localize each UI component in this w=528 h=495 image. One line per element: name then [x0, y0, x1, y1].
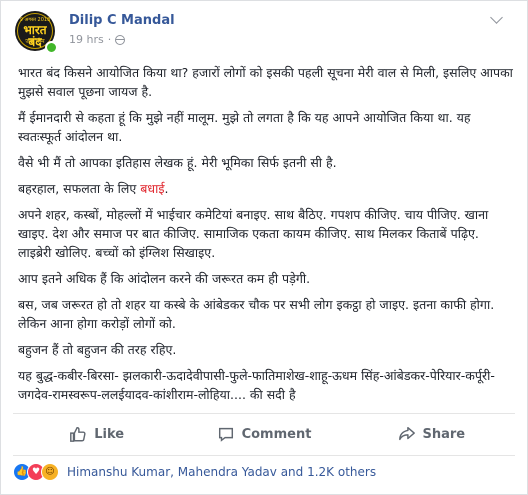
globe-icon[interactable]: [115, 34, 126, 45]
post-paragraph-congrats: बहरहाल, सफलता के लिए बधाई.: [18, 179, 514, 198]
reaction-icons: 👍 ♥ ☺: [13, 463, 59, 481]
post-paragraph: अपने शहर, कस्बों, मोहल्लों में भाईचार कम…: [18, 207, 489, 260]
congrats-suffix: .: [164, 181, 169, 196]
reactions-summary[interactable]: 👍 ♥ ☺ Himanshu Kumar, Mahendra Yadav and…: [13, 463, 376, 481]
congrats-prefix: बहरहाल, सफलता के लिए: [18, 181, 141, 196]
haha-reaction-icon: ☺: [41, 463, 59, 481]
post-paragraph: यह बुद्ध-कबीर-बिरसा- झलकारी-ऊदादेवीपासी-…: [18, 368, 495, 402]
reactions-text[interactable]: Himanshu Kumar, Mahendra Yadav and 1.2K …: [67, 465, 376, 479]
post-paragraph: आप इतने अधिक हैं कि आंदोलन करने की जरूरत…: [18, 271, 311, 286]
chevron-down-icon[interactable]: [490, 11, 503, 24]
share-arrow-icon: [398, 426, 415, 441]
comment-label: Comment: [241, 426, 312, 442]
online-status-dot: [45, 41, 58, 54]
post-paragraph: बहुजन हैं तो बहुजन की तरह रहिए.: [18, 342, 177, 357]
divider: [13, 455, 515, 456]
share-button[interactable]: Share: [348, 414, 515, 454]
action-bar: Like Comment Share: [13, 414, 515, 454]
like-label: Like: [94, 426, 125, 442]
comment-icon: [218, 427, 233, 442]
share-label: Share: [422, 426, 466, 442]
thumbs-up-icon: [70, 426, 86, 442]
comment-button[interactable]: Comment: [180, 414, 347, 454]
post-body: भारत बंद किसने आयोजित किया था? हजारों लो…: [18, 63, 514, 411]
post-paragraph: बस, जब जरूरत हो तो शहर या कस्बे के आंबेड…: [18, 297, 495, 331]
post-paragraph: वैसे भी मैं तो आपका इतिहास लेखक हूं. मेर…: [18, 155, 337, 170]
post-paragraph: मैं ईमानदारी से कहता हूं कि मुझे नहीं मा…: [18, 110, 471, 144]
post-meta: 19 hrs ·: [69, 33, 126, 46]
feed-post: 9 अगस्त 2018 भारत बंद जय भीम Dilip C Man…: [0, 0, 528, 495]
congrats-word: बधाई: [140, 181, 165, 196]
like-button[interactable]: Like: [13, 414, 180, 454]
meta-separator: ·: [107, 33, 112, 46]
author-name[interactable]: Dilip C Mandal: [69, 13, 175, 28]
post-time[interactable]: 19 hrs: [69, 33, 104, 46]
post-paragraph: भारत बंद किसने आयोजित किया था? हजारों लो…: [18, 65, 513, 99]
